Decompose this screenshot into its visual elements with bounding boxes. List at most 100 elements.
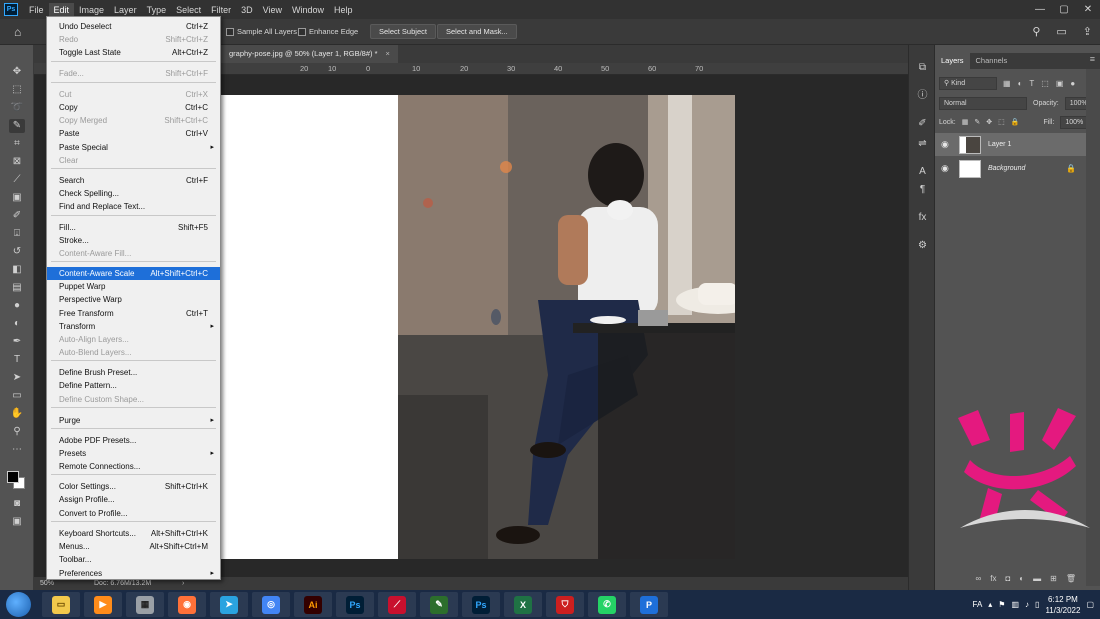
network-icon[interactable]: ▥ bbox=[1011, 600, 1019, 609]
blur-tool-icon[interactable]: ● bbox=[9, 299, 25, 313]
menu-item-auto-blend-layers[interactable]: Auto-Blend Layers... bbox=[47, 346, 220, 359]
adjustments-icon[interactable]: ⇌ bbox=[915, 137, 930, 151]
add-mask-icon[interactable]: ◘ bbox=[1005, 574, 1010, 583]
new-layer-icon[interactable]: ⊞ bbox=[1050, 574, 1057, 583]
menu-item-purge[interactable]: Purge ▸ bbox=[47, 414, 220, 427]
move-tool-icon[interactable]: ✥ bbox=[9, 65, 25, 79]
eraser-tool-icon[interactable]: ◧ bbox=[9, 263, 25, 277]
libraries-icon[interactable]: ⧉ bbox=[915, 61, 930, 75]
lock-image-icon[interactable]: ✎ bbox=[974, 118, 980, 126]
taskbar-app-media-player[interactable]: ▶ bbox=[84, 592, 122, 617]
tray-expand-icon[interactable]: ▴ bbox=[988, 600, 992, 609]
quick-selection-tool-icon[interactable]: ✎ bbox=[9, 119, 25, 133]
paragraph-icon[interactable]: ¶ bbox=[915, 183, 930, 197]
battery-icon[interactable]: ▯ bbox=[1035, 600, 1039, 609]
taskbar-app-file-explorer[interactable]: ▭ bbox=[42, 592, 80, 617]
menu-filter[interactable]: Filter bbox=[206, 3, 236, 17]
more-tools-icon[interactable]: ⋯ bbox=[9, 443, 25, 457]
lasso-tool-icon[interactable]: ➰ bbox=[9, 101, 25, 115]
layer-name[interactable]: Layer 1 bbox=[988, 141, 1011, 148]
kind-filter-dropdown[interactable]: ⚲ Kind bbox=[939, 76, 997, 90]
menu-item-adobe-pdf-presets[interactable]: Adobe PDF Presets... bbox=[47, 434, 220, 447]
menu-3d[interactable]: 3D bbox=[236, 3, 258, 17]
brush-tool-icon[interactable]: ✐ bbox=[9, 209, 25, 223]
menu-item-preferences[interactable]: Preferences ▸ bbox=[47, 567, 220, 580]
menu-item-free-transform[interactable]: Free Transform Ctrl+T bbox=[47, 307, 220, 320]
character-icon[interactable]: A bbox=[915, 165, 930, 179]
link-layers-icon[interactable]: ∞ bbox=[976, 574, 982, 583]
visibility-eye-icon[interactable]: ◉ bbox=[941, 163, 955, 174]
menu-item-convert-to-profile[interactable]: Convert to Profile... bbox=[47, 507, 220, 520]
share-icon[interactable]: ⇪ bbox=[1083, 25, 1092, 38]
menu-item-undo-deselect[interactable]: Undo Deselect Ctrl+Z bbox=[47, 20, 220, 33]
close-button[interactable]: ✕ bbox=[1076, 0, 1100, 19]
menu-item-define-custom-shape[interactable]: Define Custom Shape... bbox=[47, 393, 220, 406]
blend-mode-dropdown[interactable]: Normal bbox=[939, 96, 1027, 110]
type-tool-icon[interactable]: T bbox=[9, 353, 25, 367]
visibility-eye-icon[interactable]: ◉ bbox=[941, 139, 955, 150]
menu-item-color-settings[interactable]: Color Settings... Shift+Ctrl+K bbox=[47, 480, 220, 493]
hand-tool-icon[interactable]: ✋ bbox=[9, 407, 25, 421]
menu-item-assign-profile[interactable]: Assign Profile... bbox=[47, 493, 220, 506]
healing-brush-tool-icon[interactable]: ▣ bbox=[9, 191, 25, 205]
zoom-tool-icon[interactable]: ⚲ bbox=[9, 425, 25, 439]
marquee-tool-icon[interactable]: ⬚ bbox=[9, 83, 25, 97]
menu-item-presets[interactable]: Presets ▸ bbox=[47, 447, 220, 460]
menu-item-toggle-last-state[interactable]: Toggle Last State Alt+Ctrl+Z bbox=[47, 46, 220, 59]
menu-item-define-brush-preset[interactable]: Define Brush Preset... bbox=[47, 366, 220, 379]
pen-tool-icon[interactable]: ✒ bbox=[9, 335, 25, 349]
filter-toggle-icon[interactable]: ● bbox=[1070, 79, 1075, 88]
history-brush-tool-icon[interactable]: ↺ bbox=[9, 245, 25, 259]
menu-edit[interactable]: Edit bbox=[48, 2, 75, 17]
taskbar-app-photoshop[interactable]: Ps bbox=[336, 592, 374, 617]
notifications-icon[interactable]: ▢ bbox=[1086, 600, 1094, 609]
properties-icon[interactable]: ⚙ bbox=[915, 239, 930, 253]
menu-item-cut[interactable]: Cut Ctrl+X bbox=[47, 88, 220, 101]
layer-name[interactable]: Background bbox=[988, 165, 1025, 172]
menu-help[interactable]: Help bbox=[329, 3, 358, 17]
smart-object-filter-icon[interactable]: ▣ bbox=[1056, 79, 1064, 88]
flag-icon[interactable]: ⚑ bbox=[998, 600, 1005, 609]
styles-icon[interactable]: fx bbox=[915, 211, 930, 225]
menu-item-fill[interactable]: Fill... Shift+F5 bbox=[47, 221, 220, 234]
menu-item-remote-connections[interactable]: Remote Connections... bbox=[47, 460, 220, 473]
language-indicator[interactable]: FA bbox=[973, 600, 983, 609]
select-subject-button[interactable]: Select Subject bbox=[370, 24, 436, 39]
maximize-button[interactable]: ▢ bbox=[1052, 0, 1076, 19]
shape-filter-icon[interactable]: ⬚ bbox=[1041, 79, 1049, 88]
menu-select[interactable]: Select bbox=[171, 3, 206, 17]
frame-tool-icon[interactable]: ⊠ bbox=[9, 155, 25, 169]
panel-menu-icon[interactable]: ≡ bbox=[1090, 54, 1095, 64]
new-adjustment-icon[interactable]: ◐ bbox=[1019, 574, 1024, 583]
workspace-icon[interactable]: ▭ bbox=[1056, 25, 1066, 38]
taskbar-app-antivirus[interactable]: ⛉ bbox=[546, 592, 584, 617]
tab-layers[interactable]: Layers bbox=[935, 53, 970, 69]
quick-mask-icon[interactable]: ◙ bbox=[9, 497, 25, 511]
menu-item-redo[interactable]: Redo Shift+Ctrl+Z bbox=[47, 33, 220, 46]
start-button[interactable] bbox=[6, 592, 31, 617]
rectangle-tool-icon[interactable]: ▭ bbox=[9, 389, 25, 403]
close-tab-icon[interactable]: × bbox=[386, 49, 390, 58]
new-group-icon[interactable]: ▬ bbox=[1033, 574, 1041, 583]
menu-item-check-spelling[interactable]: Check Spelling... bbox=[47, 187, 220, 200]
menu-item-search[interactable]: Search Ctrl+F bbox=[47, 174, 220, 187]
menu-item-transform[interactable]: Transform ▸ bbox=[47, 320, 220, 333]
lock-transparent-icon[interactable]: ▦ bbox=[962, 118, 969, 126]
dodge-tool-icon[interactable]: ◐ bbox=[9, 317, 25, 331]
foreground-color-swatch[interactable] bbox=[7, 471, 19, 483]
menu-item-stroke[interactable]: Stroke... bbox=[47, 234, 220, 247]
menu-item-content-aware-fill[interactable]: Content-Aware Fill... bbox=[47, 247, 220, 260]
taskbar-app-illustrator[interactable]: Ai bbox=[294, 592, 332, 617]
menu-item-find-and-replace-text[interactable]: Find and Replace Text... bbox=[47, 200, 220, 213]
select-and-mask-button[interactable]: Select and Mask... bbox=[437, 24, 517, 39]
menu-item-toolbar[interactable]: Toolbar... bbox=[47, 553, 220, 566]
taskbar-app-publisher[interactable]: P bbox=[630, 592, 668, 617]
clock[interactable]: 6:12 PM 11/3/2022 bbox=[1045, 594, 1080, 616]
eyedropper-tool-icon[interactable]: ⟋ bbox=[9, 173, 25, 187]
layer-row-layer-1[interactable]: ◉ Layer 1 bbox=[935, 133, 1086, 156]
layer-row-background[interactable]: ◉ Background 🔒 bbox=[935, 157, 1086, 180]
clone-stamp-tool-icon[interactable]: ⍗ bbox=[9, 227, 25, 241]
lock-all-icon[interactable]: 🔒 bbox=[1011, 118, 1020, 126]
crop-tool-icon[interactable]: ⌗ bbox=[9, 137, 25, 151]
path-selection-tool-icon[interactable]: ➤ bbox=[9, 371, 25, 385]
